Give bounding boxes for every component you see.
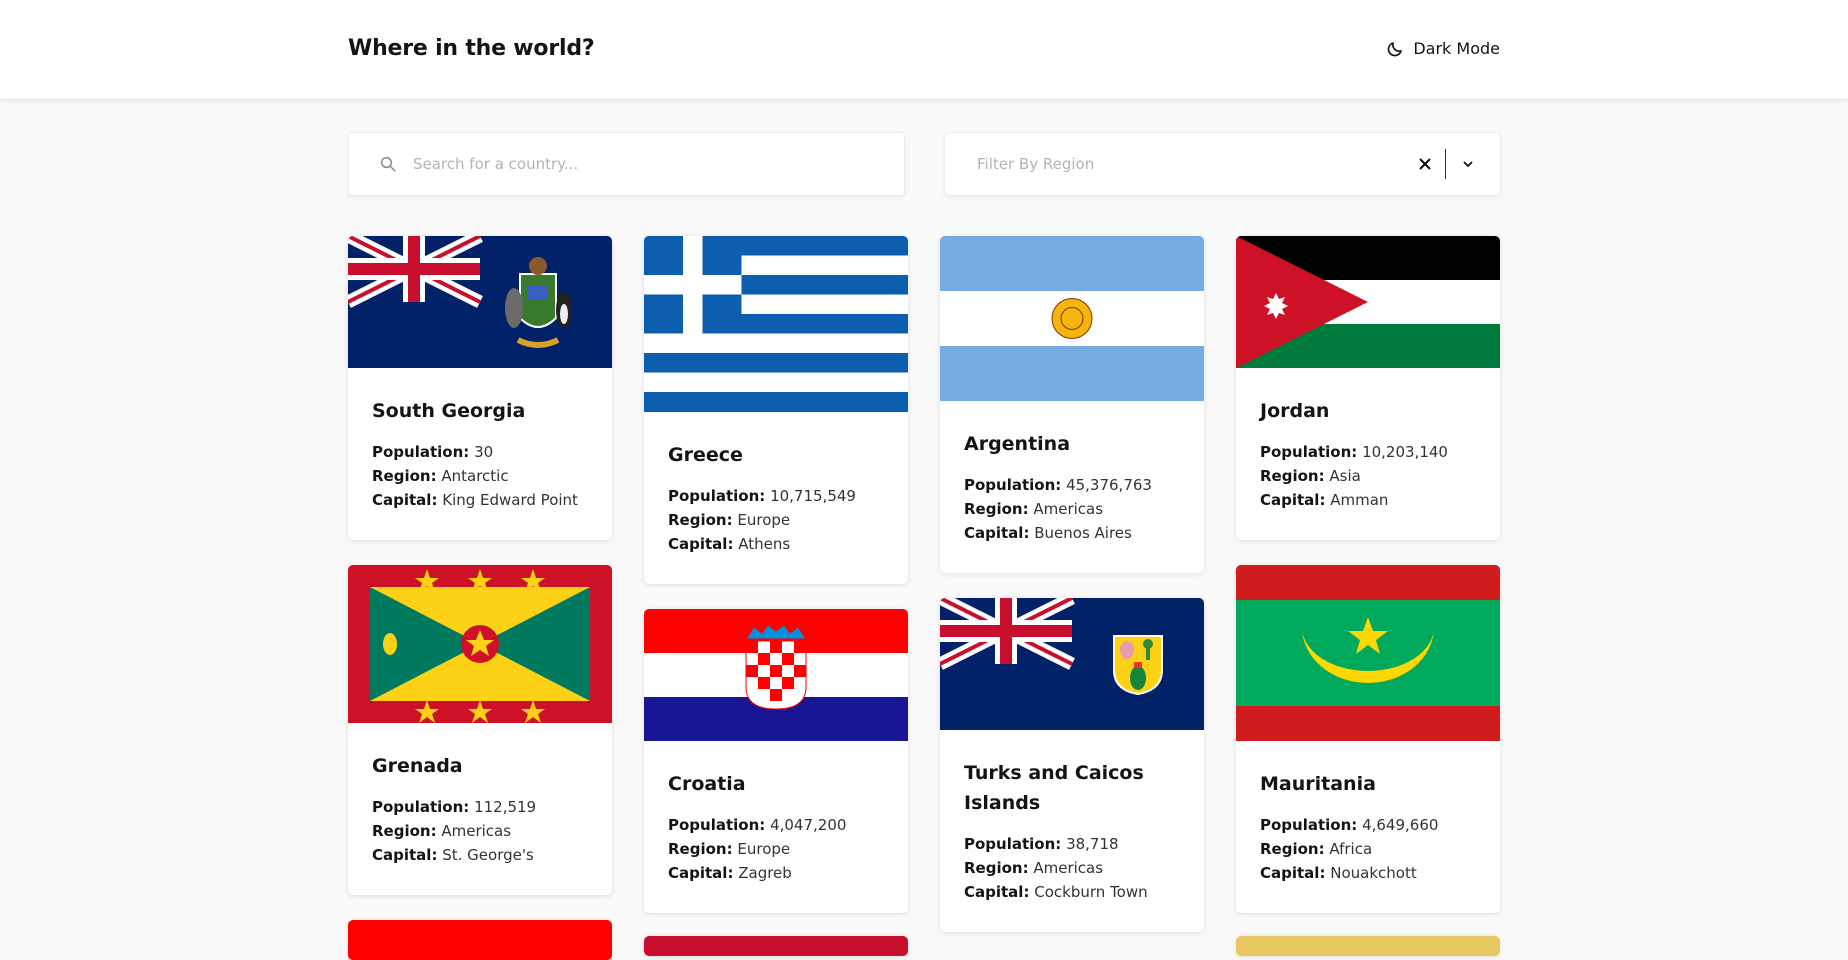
moon-icon [1388,41,1403,56]
country-card[interactable]: Turks and Caicos Islands Population: 38,… [940,598,1204,932]
country-name: South Georgia [372,400,526,422]
country-name: Greece [668,444,743,466]
flag-partial [644,936,908,956]
region-filter[interactable]: Filter By Region [944,132,1501,196]
country-card[interactable]: Mauritania Population: 4,649,660 Region:… [1236,565,1500,913]
country-population: Population: 4,047,200 [668,816,847,834]
country-region: Region: Africa [1260,840,1373,858]
flag-partial [348,920,612,960]
country-region: Region: Americas [372,822,512,840]
country-capital: Capital: St. George's [372,846,534,864]
country-name: Argentina [964,433,1071,455]
flag-croatia [644,609,908,741]
country-card-partial[interactable] [348,920,612,960]
search-input[interactable] [413,155,873,173]
flag-greece [644,236,908,412]
country-population: Population: 10,203,140 [1260,443,1448,461]
flag-mauritania [1236,565,1500,741]
country-card[interactable]: Grenada Population: 112,519 Region: Amer… [348,565,612,895]
country-population: Population: 4,649,660 [1260,816,1439,834]
dark-mode-label: Dark Mode [1413,39,1500,58]
country-card-partial[interactable] [1236,936,1500,956]
country-region: Region: Americas [964,500,1104,518]
flag-jordan [1236,236,1500,368]
country-capital: Capital: Nouakchott [1260,864,1417,882]
flag-grenada [348,565,612,723]
flag-argentina [940,236,1204,401]
country-population: Population: 30 [372,443,494,461]
country-region: Region: Europe [668,840,791,858]
country-card-partial[interactable] [644,936,908,956]
country-name: Turks and Caicos Islands [964,762,1144,814]
chevron-down-icon [1463,161,1473,168]
country-name: Grenada [372,755,463,777]
clear-filter-button[interactable] [1411,150,1439,178]
country-capital: Capital: Buenos Aires [964,524,1132,542]
search-icon [380,156,396,172]
country-population: Population: 10,715,549 [668,487,856,505]
country-card[interactable]: Croatia Population: 4,047,200 Region: Eu… [644,609,908,913]
country-capital: Capital: Cockburn Town [964,883,1148,901]
filter-dropdown-button[interactable] [1454,150,1482,178]
country-card[interactable]: Greece Population: 10,715,549 Region: Eu… [644,236,908,584]
flag-south-georgia [348,236,612,368]
country-population: Population: 38,718 [964,835,1119,853]
flag-turks-and-caicos [940,598,1204,730]
country-population: Population: 112,519 [372,798,537,816]
region-filter-placeholder: Filter By Region [977,155,1095,173]
country-name: Croatia [668,773,746,795]
top-header: Where in the world? Dark Mode [0,0,1848,100]
country-region: Region: Antarctic [372,467,509,485]
country-population: Population: 45,376,763 [964,476,1152,494]
filter-divider [1445,149,1446,179]
country-region: Region: Asia [1260,467,1361,485]
country-capital: Capital: Zagreb [668,864,792,882]
dark-mode-toggle[interactable]: Dark Mode [1386,39,1500,58]
close-icon [1419,158,1431,170]
country-card[interactable]: Jordan Population: 10,203,140 Region: As… [1236,236,1500,540]
flag-partial [1236,936,1500,956]
country-capital: Capital: Athens [668,535,791,553]
search-box [348,132,905,196]
app-title: Where in the world? [348,36,595,61]
country-name: Mauritania [1260,773,1376,795]
country-capital: Capital: King Edward Point [372,491,578,509]
country-region: Region: Europe [668,511,791,529]
country-card[interactable]: South Georgia Population: 30 Region: Ant… [348,236,612,540]
country-region: Region: Americas [964,859,1104,877]
country-name: Jordan [1260,400,1330,422]
country-capital: Capital: Amman [1260,491,1389,509]
country-card[interactable]: Argentina Population: 45,376,763 Region:… [940,236,1204,573]
